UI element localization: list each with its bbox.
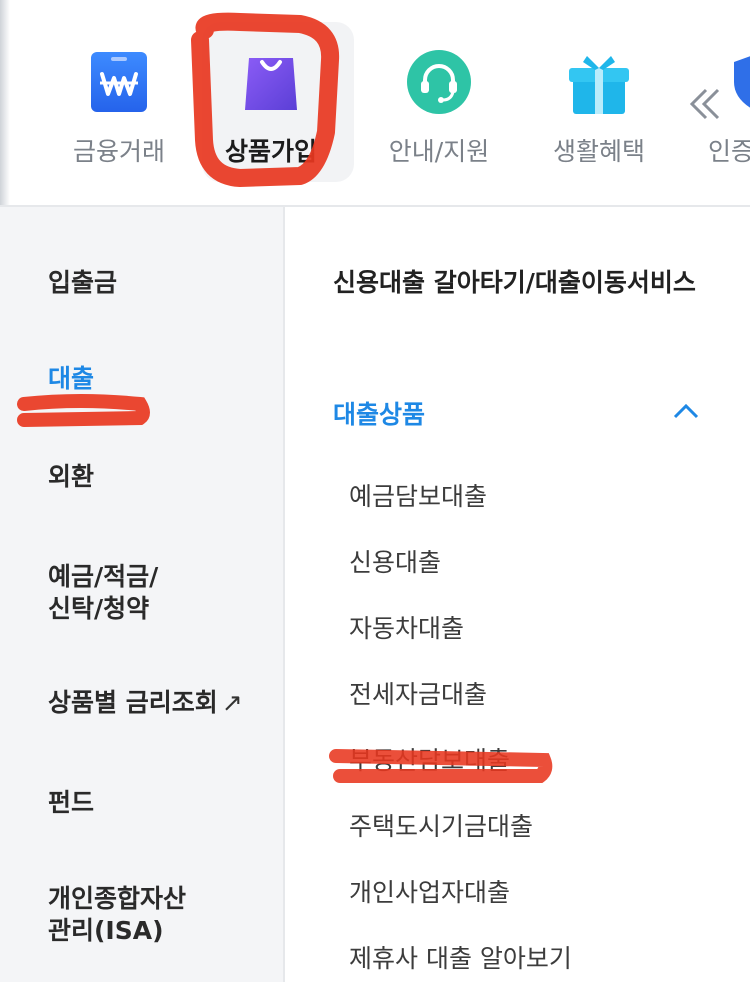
sidebar-item-funds[interactable]: 펀드 xyxy=(48,787,94,819)
nav-item-life-benefits[interactable]: 생활혜택 xyxy=(524,18,674,186)
top-category-nav: 금융거래 상품가입 안내/지원 생활혜택 인증 xyxy=(0,0,750,207)
sidebar-item-rate-lookup[interactable]: 상품별 금리조회 ↗ xyxy=(48,687,243,719)
sidebar-item-label: 개인종합자산 xyxy=(48,884,187,913)
sidebar-item-label: 펀드 xyxy=(48,788,95,817)
submenu-item-real-estate-loan[interactable]: 부동산담보대출 xyxy=(349,741,510,777)
loan-products-header[interactable]: 대출상품 xyxy=(333,395,425,431)
nav-label: 안내/지원 xyxy=(388,137,490,166)
sidebar-item-label: 입출금 xyxy=(48,268,118,297)
submenu-item-auto-loan[interactable]: 자동차대출 xyxy=(349,609,464,645)
nav-label: 생활혜택 xyxy=(552,137,645,166)
collapse-toggle[interactable] xyxy=(671,401,701,421)
sidebar-item-label: 대출 xyxy=(48,364,95,393)
nav-item-finance-transactions[interactable]: 금융거래 xyxy=(44,18,194,186)
double-chevron-left-icon xyxy=(689,88,720,120)
external-link-icon: ↗ xyxy=(221,688,243,717)
nav-label: 금융거래 xyxy=(72,137,165,166)
gift-icon xyxy=(565,48,633,116)
scroll-left-button[interactable] xyxy=(686,84,726,124)
submenu-panel: 신용대출 갈아타기/대출이동서비스 대출상품 예금담보대출 신용대출 자동차대출… xyxy=(287,207,750,982)
sidebar-item-loans[interactable]: 대출 xyxy=(48,363,94,395)
sidebar-item-savings-trust[interactable]: 예금/적금/ 신탁/청약 xyxy=(48,561,158,625)
shopping-bag-icon xyxy=(237,48,305,116)
headset-icon xyxy=(405,48,473,116)
left-edge-shadow xyxy=(0,0,10,206)
wallet-icon xyxy=(85,48,153,116)
submenu-item-credit-loan[interactable]: 신용대출 xyxy=(349,543,441,579)
sidebar-item-label: 예금/적금/ xyxy=(48,562,159,591)
category-sidebar: 입출금 대출 외환 예금/적금/ 신탁/청약 상품별 금리조회 ↗ 펀드 개인종합… xyxy=(0,207,285,982)
sidebar-item-label-line2: 신탁/청약 xyxy=(48,594,150,623)
sidebar-item-label-line2: 관리(ISA) xyxy=(48,916,164,945)
nav-label: 상품가입 xyxy=(224,137,317,166)
submenu-item-jeonse-loan[interactable]: 전세자금대출 xyxy=(349,675,487,711)
sidebar-item-isa[interactable]: 개인종합자산 관리(ISA) xyxy=(48,883,186,947)
loan-switch-service-link[interactable]: 신용대출 갈아타기/대출이동서비스 xyxy=(333,267,713,298)
submenu-item-deposit-secured-loan[interactable]: 예금담보대출 xyxy=(349,477,487,513)
submenu-item-partner-loans[interactable]: 제휴사 대출 알아보기 xyxy=(349,939,572,975)
nav-label: 인증 xyxy=(708,137,750,166)
submenu-item-business-loan[interactable]: 개인사업자대출 xyxy=(349,873,510,909)
sidebar-item-label: 외환 xyxy=(48,462,95,491)
shield-icon xyxy=(728,48,750,116)
sidebar-item-label: 상품별 금리조회 xyxy=(48,688,218,717)
chevron-up-icon xyxy=(673,403,699,419)
nav-item-product-signup[interactable]: 상품가입 xyxy=(196,18,354,186)
sidebar-item-foreign-exchange[interactable]: 외환 xyxy=(48,461,94,493)
nav-item-guide-support[interactable]: 안내/지원 xyxy=(364,18,514,186)
submenu-item-housing-fund-loan[interactable]: 주택도시기금대출 xyxy=(349,807,533,843)
sidebar-item-deposit-withdrawal[interactable]: 입출금 xyxy=(48,267,117,299)
